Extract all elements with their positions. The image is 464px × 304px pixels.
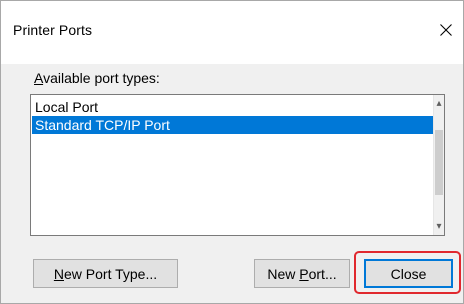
new-port-label-after: ort... (308, 266, 337, 282)
port-types-listbox[interactable]: Local Port Standard TCP/IP Port ▴ ▾ (30, 94, 445, 236)
close-button[interactable]: Close (364, 259, 453, 288)
new-port-type-label: ew Port Type... (64, 266, 158, 282)
scrollbar-thumb[interactable] (435, 130, 443, 195)
available-port-types-label: Available port types: (34, 70, 160, 86)
new-port-label-before: New (267, 266, 300, 282)
listbox-scrollbar[interactable]: ▴ ▾ (433, 95, 444, 235)
scroll-up-icon[interactable]: ▴ (434, 95, 444, 112)
printer-ports-dialog: Printer Ports Available port types: Loca… (0, 0, 464, 304)
window-title: Printer Ports (13, 22, 93, 38)
new-port-type-button[interactable]: New Port Type... (33, 259, 178, 288)
label-text: vailable port types: (43, 70, 160, 86)
title-bar: Printer Ports (1, 1, 463, 64)
list-item-standard-tcp-ip-port[interactable]: Standard TCP/IP Port (32, 116, 437, 134)
new-port-mnemonic: P (299, 266, 309, 282)
close-icon (440, 24, 452, 36)
label-mnemonic: A (34, 70, 44, 86)
scroll-down-icon[interactable]: ▾ (434, 218, 444, 235)
new-port-button[interactable]: New Port... (254, 259, 350, 288)
close-window-button[interactable] (430, 13, 462, 47)
new-port-type-mnemonic: N (53, 266, 64, 282)
list-item-local-port[interactable]: Local Port (32, 98, 437, 116)
